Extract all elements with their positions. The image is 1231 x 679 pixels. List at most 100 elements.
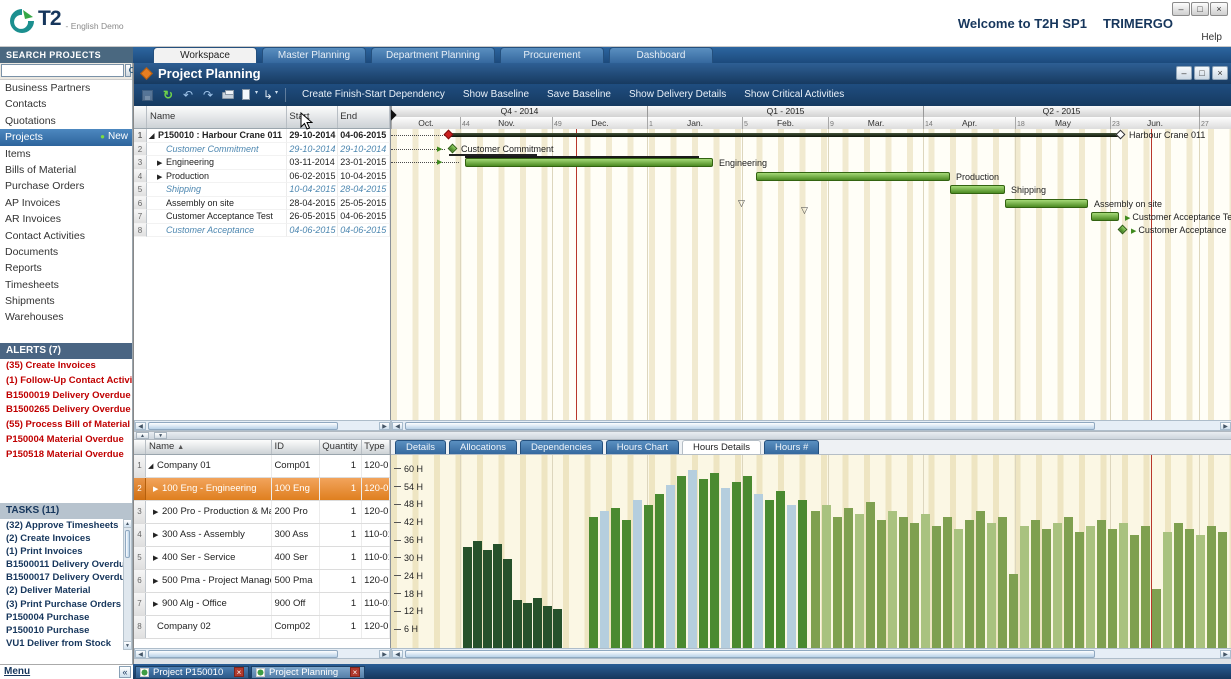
hours-bar[interactable] (844, 508, 853, 648)
hours-bar[interactable] (543, 606, 552, 648)
hours-bar[interactable] (677, 475, 686, 648)
column-header-end[interactable]: End (338, 106, 390, 128)
panel-maximize-icon[interactable]: □ (1194, 66, 1210, 80)
tab-master-planning[interactable]: Master Planning (262, 47, 366, 63)
expander-collapsed-icon[interactable]: ▶ (153, 525, 162, 546)
hours-bar[interactable] (473, 541, 482, 648)
tab-hours-details[interactable]: Hours Details (681, 440, 761, 454)
gantt-grid-row[interactable]: 5 Shipping 10-04-2015 28-04-2015 (134, 183, 390, 197)
hours-bar[interactable] (1053, 523, 1062, 648)
expander-collapsed-icon[interactable]: ▶ (153, 502, 162, 523)
hours-bar[interactable] (888, 511, 897, 648)
task-item[interactable]: VU1 Deliver from Stock (0, 637, 123, 650)
hours-bar[interactable] (513, 600, 522, 648)
expander-collapsed-icon[interactable]: ▶ (153, 479, 162, 500)
dependency-icon[interactable]: ↳ ▾ (258, 86, 278, 104)
scroll-right-icon[interactable]: ▶ (379, 422, 390, 430)
scrollbar-thumb[interactable] (405, 650, 1095, 658)
minimize-icon[interactable]: – (1172, 2, 1190, 16)
hours-bar[interactable] (1108, 529, 1117, 648)
hours-bar[interactable] (943, 517, 952, 648)
collapse-sidebar-icon[interactable]: « (119, 666, 131, 678)
milestone-diamond-icon[interactable] (1117, 224, 1128, 234)
taskbar-item-project-planning[interactable]: Project Planning × (251, 665, 365, 679)
scroll-right-icon[interactable]: ▶ (379, 650, 390, 658)
grid-horizontal-scrollbar[interactable]: ◀ ▶ (134, 420, 391, 431)
hours-bar[interactable] (1042, 529, 1051, 648)
hours-bar[interactable] (765, 499, 774, 648)
sidebar-item-contacts[interactable]: Contacts (0, 96, 132, 112)
hours-bar[interactable] (743, 475, 752, 648)
hours-bar[interactable] (1130, 535, 1139, 648)
expander-expanded-icon[interactable]: ◢ (149, 130, 158, 142)
hours-bar[interactable] (1152, 588, 1161, 648)
hours-bar[interactable] (1141, 526, 1150, 648)
hours-bar[interactable] (1064, 517, 1073, 648)
gantt-task-bar[interactable] (950, 185, 1005, 194)
alert-item[interactable]: P150004 Material Overdue (0, 433, 132, 448)
hours-bar[interactable] (655, 493, 664, 648)
hours-bar[interactable] (811, 511, 820, 648)
hours-bar[interactable] (589, 517, 598, 648)
sidebar-item-projects[interactable]: Projects ● New (0, 129, 132, 146)
resource-row[interactable]: 4▶300 Ass - Assembly300 Ass1110-01 (134, 524, 390, 547)
close-icon[interactable]: × (1210, 2, 1228, 16)
scroll-left-icon[interactable]: ◀ (135, 422, 146, 430)
hours-bar[interactable] (600, 511, 609, 648)
hours-bar[interactable] (877, 520, 886, 648)
resource-row[interactable]: 7▶900 Alg - Office900 Off1110-01 (134, 593, 390, 616)
scroll-up-icon[interactable]: ▲ (124, 520, 131, 528)
resource-row[interactable]: 2▶100 Eng - Engineering100 Eng1120-01 (134, 478, 390, 501)
hours-bar[interactable] (644, 505, 653, 648)
tab-dependencies[interactable]: Dependencies (520, 440, 603, 454)
search-input[interactable] (1, 64, 124, 77)
hours-bar[interactable] (1218, 532, 1227, 648)
sidebar-item-reports[interactable]: Reports (0, 260, 132, 276)
tab-details[interactable]: Details (395, 440, 447, 454)
tab-allocations[interactable]: Allocations (449, 440, 517, 454)
resource-row[interactable]: 1◢Company 01Comp011120-01 (134, 455, 390, 478)
close-icon[interactable]: × (350, 667, 360, 677)
panel-close-icon[interactable]: × (1212, 66, 1228, 80)
sidebar-item-business-partners[interactable]: Business Partners (0, 80, 132, 96)
tab-dashboard[interactable]: Dashboard (608, 47, 713, 63)
resource-grid-horizontal-scrollbar[interactable]: ◀ ▶ (134, 648, 391, 659)
sidebar-item-contact-activities[interactable]: Contact Activities (0, 228, 132, 244)
hours-bar[interactable] (1031, 520, 1040, 648)
task-item[interactable]: P150004 Purchase (0, 611, 123, 624)
column-header-name[interactable]: Name ▲ (146, 440, 273, 454)
gantt-grid-row[interactable]: 7 Customer Acceptance Test 26-05-2015 04-06… (134, 210, 390, 224)
toolbar-button-show-critical-activities[interactable]: Show Critical Activities (735, 85, 853, 105)
hours-bar[interactable] (523, 603, 532, 648)
hours-bar[interactable] (1119, 523, 1128, 648)
alert-item[interactable]: P150518 Material Overdue (0, 448, 132, 463)
alert-item[interactable]: B1500019 Delivery Overdue (0, 389, 132, 404)
gantt-task-bar[interactable] (1091, 212, 1119, 221)
gantt-grid-row[interactable]: 2 Customer Commitment 29-10-2014 29-10-2014 (134, 142, 390, 156)
hours-details-chart[interactable]: 60 H 54 H 48 H 42 H 36 H 30 H 24 H 18 H 12 H 6 H (391, 455, 1231, 648)
tab-hours[interactable]: Hours # (764, 440, 820, 454)
tasks-scrollbar[interactable]: ▲ ▼ (123, 519, 132, 650)
hours-bar[interactable] (833, 517, 842, 648)
scroll-left-icon[interactable]: ◀ (392, 422, 403, 430)
search-button[interactable] (125, 64, 138, 77)
hours-bar[interactable] (699, 478, 708, 648)
column-header-quantity[interactable]: Quantity (320, 440, 363, 454)
hours-bar[interactable] (1185, 529, 1194, 648)
expander-expanded-icon[interactable]: ◢ (148, 456, 157, 477)
close-icon[interactable]: × (234, 667, 244, 677)
expander-collapsed-icon[interactable]: ▶ (153, 594, 162, 615)
hours-bar[interactable] (798, 499, 807, 648)
scrollbar-thumb[interactable] (148, 650, 338, 658)
undo-icon[interactable]: ↶ (178, 86, 198, 104)
hours-bar[interactable] (688, 469, 697, 648)
panel-minimize-icon[interactable]: – (1176, 66, 1192, 80)
hours-bar[interactable] (776, 490, 785, 648)
milestone-diamond-icon[interactable] (447, 143, 458, 153)
hours-chart-horizontal-scrollbar[interactable]: ◀ ▶ (391, 648, 1231, 659)
task-item[interactable]: (1) Print Invoices (0, 545, 123, 558)
export-icon[interactable]: ▾ (238, 86, 258, 104)
hours-bar[interactable] (483, 550, 492, 648)
sidebar-item-purchase-orders[interactable]: Purchase Orders (0, 178, 132, 194)
scroll-left-icon[interactable]: ◀ (135, 650, 146, 658)
